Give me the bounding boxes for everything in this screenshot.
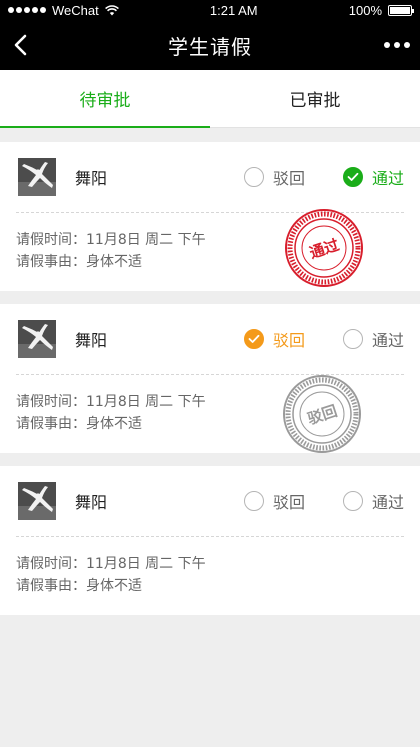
rejected-stamp-icon: 驳回 (283, 375, 361, 453)
approve-option[interactable]: 通过 (342, 489, 404, 513)
reject-option[interactable]: 驳回 (243, 489, 305, 513)
clock: 1:21 AM (209, 2, 258, 18)
time-value: 11月8日 周二 下午 (86, 394, 206, 410)
approve-label: 通过 (371, 169, 404, 188)
reject-label: 驳回 (272, 169, 305, 188)
reason-value: 身体不适 (86, 578, 142, 594)
status-bar: WeChat 1:21 AM 100% (0, 0, 420, 20)
tab-bar: 待审批 已审批 (0, 70, 420, 128)
reason-value: 身体不适 (86, 416, 142, 432)
wifi-icon (104, 4, 119, 15)
radio-unchecked[interactable] (243, 167, 264, 187)
approve-label: 通过 (371, 493, 404, 512)
top-bar: WeChat 1:21 AM 100% 学生请假 (0, 0, 420, 70)
reject-option[interactable]: 驳回 (243, 165, 305, 189)
request-card: 舞阳 驳回 通过 请假时间：11月8日 周二 下午 请假事由：身体不适 驳回 (0, 304, 420, 453)
page-title: 学生请假 (168, 34, 252, 59)
battery-percent: 100% (348, 2, 382, 18)
approve-option[interactable]: 通过 (342, 327, 404, 351)
carrier-label: WeChat (52, 2, 99, 18)
request-card: 舞阳 驳回 通过 请假时间：11月8日 周二 下午 请假事由：身体不适 通过 (0, 142, 420, 291)
avatar (18, 158, 56, 196)
reason-value: 身体不适 (86, 254, 142, 270)
reject-label: 驳回 (272, 331, 305, 350)
request-card: 舞阳 驳回 通过 请假时间：11月8日 周二 下午 请假事由：身体不适 (0, 466, 420, 615)
reject-label: 驳回 (272, 493, 305, 512)
dancer-image (18, 482, 56, 520)
reason-label: 请假事由： (16, 578, 86, 594)
tab-approved[interactable]: 已审批 (210, 70, 420, 127)
approve-label: 通过 (371, 331, 404, 350)
reason-label: 请假事由： (16, 416, 86, 432)
reason-label: 请假事由： (16, 254, 86, 270)
more-icon[interactable] (384, 34, 410, 56)
back-icon[interactable] (10, 32, 34, 58)
nav-bar: 学生请假 (0, 20, 420, 70)
radio-unchecked[interactable] (342, 329, 363, 349)
radio-unchecked[interactable] (342, 491, 363, 511)
request-details: 请假时间：11月8日 周二 下午 请假事由：身体不适 (0, 537, 420, 615)
radio-unchecked[interactable] (243, 491, 264, 511)
request-list: 舞阳 驳回 通过 请假时间：11月8日 周二 下午 请假事由：身体不适 通过 舞… (0, 128, 420, 615)
student-name: 舞阳 (75, 169, 108, 188)
check-icon[interactable] (243, 329, 264, 349)
check-icon[interactable] (342, 167, 363, 187)
stamp-text: 通过 (307, 236, 341, 262)
dancer-image (18, 320, 56, 358)
time-value: 11月8日 周二 下午 (86, 556, 206, 572)
time-label: 请假时间： (16, 556, 86, 572)
signal-icon (8, 7, 46, 13)
student-name: 舞阳 (75, 493, 108, 512)
stamp-text: 驳回 (305, 402, 339, 428)
time-label: 请假时间： (16, 394, 86, 410)
dancer-image (18, 158, 56, 196)
student-name: 舞阳 (75, 331, 108, 350)
reject-option[interactable]: 驳回 (243, 327, 305, 351)
approve-option[interactable]: 通过 (342, 165, 404, 189)
battery-icon (388, 4, 414, 16)
time-value: 11月8日 周二 下午 (86, 232, 206, 248)
tab-pending[interactable]: 待审批 (0, 70, 210, 128)
approved-stamp-icon: 通过 (285, 209, 363, 287)
avatar (18, 320, 56, 358)
time-label: 请假时间： (16, 232, 86, 248)
avatar (18, 482, 56, 520)
